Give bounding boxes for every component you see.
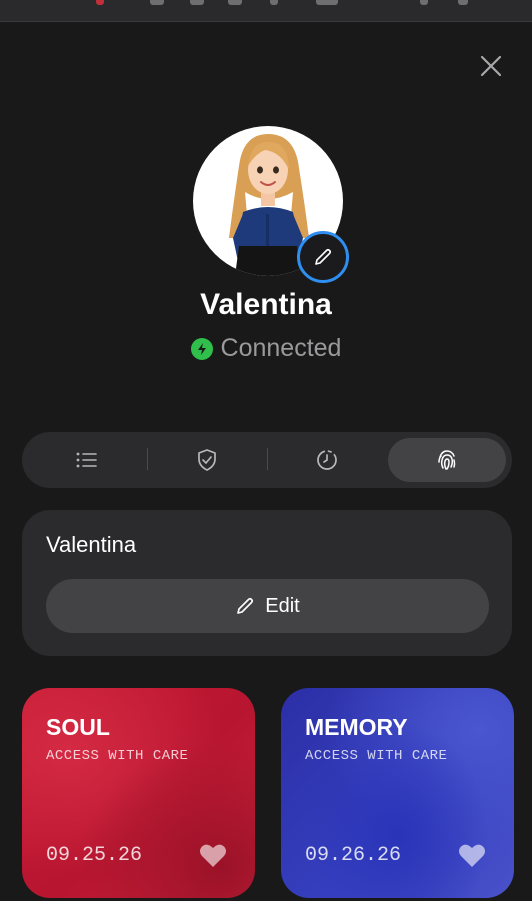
pencil-icon [237,597,254,614]
card-title: SOUL [46,714,110,740]
toolbar-icon [458,0,468,5]
heart-icon[interactable] [458,842,486,868]
toolbar-icon [270,0,278,5]
list-icon [76,452,97,468]
toolbar-icon [96,0,104,5]
status-text: Connected [220,334,342,362]
profile-name: Valentina [200,288,332,321]
pencil-icon [315,248,332,265]
tab-privacy[interactable] [148,438,266,482]
close-button[interactable] [476,51,506,81]
clock-dashed-icon [317,450,337,470]
section-tabbar [22,432,512,488]
toolbar-icon [420,0,428,5]
soul-card[interactable]: SOUL ACCESS WITH CARE 09.25.26 [22,688,255,898]
card-title: MEMORY [305,714,408,740]
card-subtitle: ACCESS WITH CARE [46,748,189,764]
card-subtitle: ACCESS WITH CARE [305,748,448,764]
edit-button[interactable]: Edit [46,579,489,633]
shield-check-icon [198,449,216,471]
card-name: Valentina [46,532,137,557]
card-date: 09.26.26 [305,844,402,867]
toolbar-icon [228,0,242,5]
card-date: 09.25.26 [46,844,143,867]
toolbar-icon [190,0,204,5]
edit-label: Edit [265,594,300,617]
lightning-icon [190,337,213,360]
fingerprint-icon [438,450,456,470]
heart-icon[interactable] [199,842,227,868]
tab-list[interactable] [28,438,146,482]
close-icon [480,55,502,77]
browser-top-bar [0,0,532,22]
memory-card[interactable]: MEMORY ACCESS WITH CARE 09.26.26 [281,688,514,898]
tab-identity[interactable] [388,438,506,482]
edit-avatar-button[interactable] [297,231,349,283]
toolbar-icon [316,0,338,5]
name-card: Valentina Edit [22,510,512,656]
toolbar-icon [150,0,164,5]
tab-history[interactable] [268,438,386,482]
connection-status: Connected [0,334,532,363]
